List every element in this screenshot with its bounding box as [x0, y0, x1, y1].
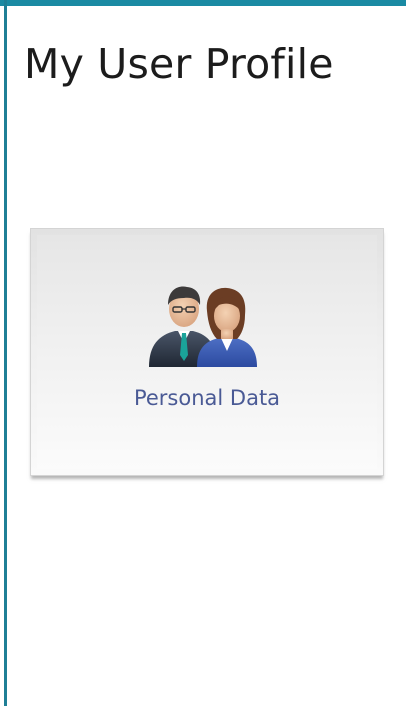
left-accent-bar — [4, 0, 7, 706]
profile-window: My User Profile Personal Data — [0, 0, 406, 706]
top-accent-bar — [0, 0, 406, 6]
tile-label: Personal Data — [133, 386, 281, 410]
tile-background: Personal Data — [37, 235, 377, 469]
users-icon — [149, 286, 257, 367]
page-title: My User Profile — [24, 40, 334, 88]
personal-data-tile[interactable]: Personal Data — [30, 228, 384, 476]
